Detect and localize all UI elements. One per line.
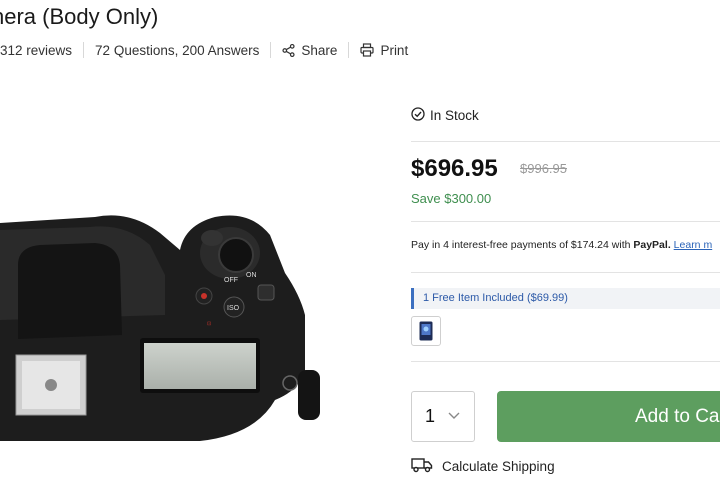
divider [411,221,720,222]
free-item-banner[interactable]: 1 Free Item Included ($69.99) [411,288,720,309]
paypal-brand: PayPal. [633,239,671,251]
divider [348,42,350,58]
free-item-thumbnail[interactable] [411,316,441,346]
print-label: Print [380,42,409,58]
product-title: nera (Body Only) [0,4,159,29]
current-price: $696.95 [411,155,498,182]
share-icon [282,43,295,57]
divider [411,141,720,142]
product-image[interactable]: OFF ON ISO ⊡ [0,205,335,445]
divider [411,361,720,362]
quantity-value: 1 [425,406,436,426]
reviews-link[interactable]: 312 reviews [0,43,72,58]
stock-status: In Stock [411,107,479,124]
divider [411,272,720,273]
learn-more-link[interactable]: Learn m [674,239,713,251]
check-circle-icon [411,107,425,124]
share-label: Share [301,42,338,58]
svg-text:⊡: ⊡ [207,321,211,327]
print-icon [360,43,375,57]
product-meta-bar: 312 reviews 72 Questions, 200 Answers Sh… [0,40,408,60]
add-to-cart-button[interactable]: Add to Ca [497,391,720,442]
svg-text:ON: ON [246,272,257,279]
savings-text: Save $300.00 [411,191,492,206]
stock-label: In Stock [430,108,479,123]
calculate-shipping-link[interactable]: Calculate Shipping [411,457,555,476]
print-button[interactable]: Print [360,43,408,58]
buy-box: In Stock $696.95 $996.95 Save $300.00 Pa… [411,0,720,500]
quantity-select[interactable]: 1 [411,391,475,442]
share-button[interactable]: Share [282,43,337,58]
shipping-label: Calculate Shipping [442,459,555,474]
paypal-text: Pay in 4 interest-free payments of $174.… [411,239,634,251]
svg-text:OFF: OFF [224,277,238,284]
original-price: $996.95 [520,161,567,176]
svg-text:ISO: ISO [227,305,240,312]
divider [270,42,272,58]
questions-link[interactable]: 72 Questions, 200 Answers [95,43,259,58]
paypal-installments: Pay in 4 interest-free payments of $174.… [411,239,712,251]
divider [83,42,85,58]
truck-icon [411,457,433,476]
